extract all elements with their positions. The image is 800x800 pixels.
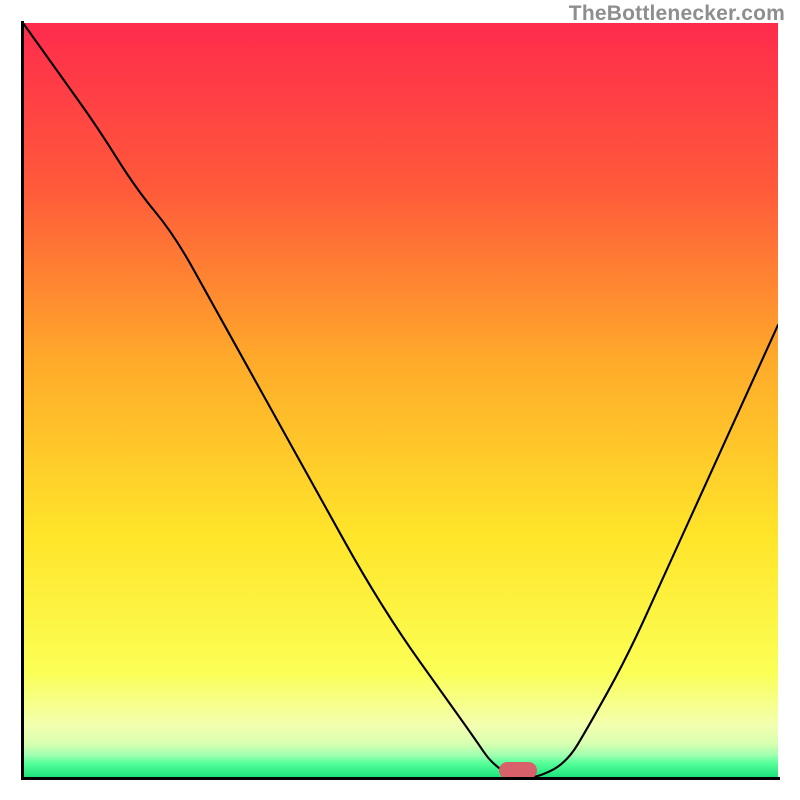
- y-axis: [21, 21, 24, 780]
- bottleneck-curve: [23, 23, 778, 778]
- watermark-text: TheBottlenecker.com: [569, 2, 785, 26]
- curve-path: [23, 23, 778, 778]
- x-axis: [21, 777, 780, 780]
- bottleneck-chart: TheBottlenecker.com: [0, 0, 800, 800]
- plot-area: [23, 23, 778, 778]
- optimum-marker: [499, 762, 537, 778]
